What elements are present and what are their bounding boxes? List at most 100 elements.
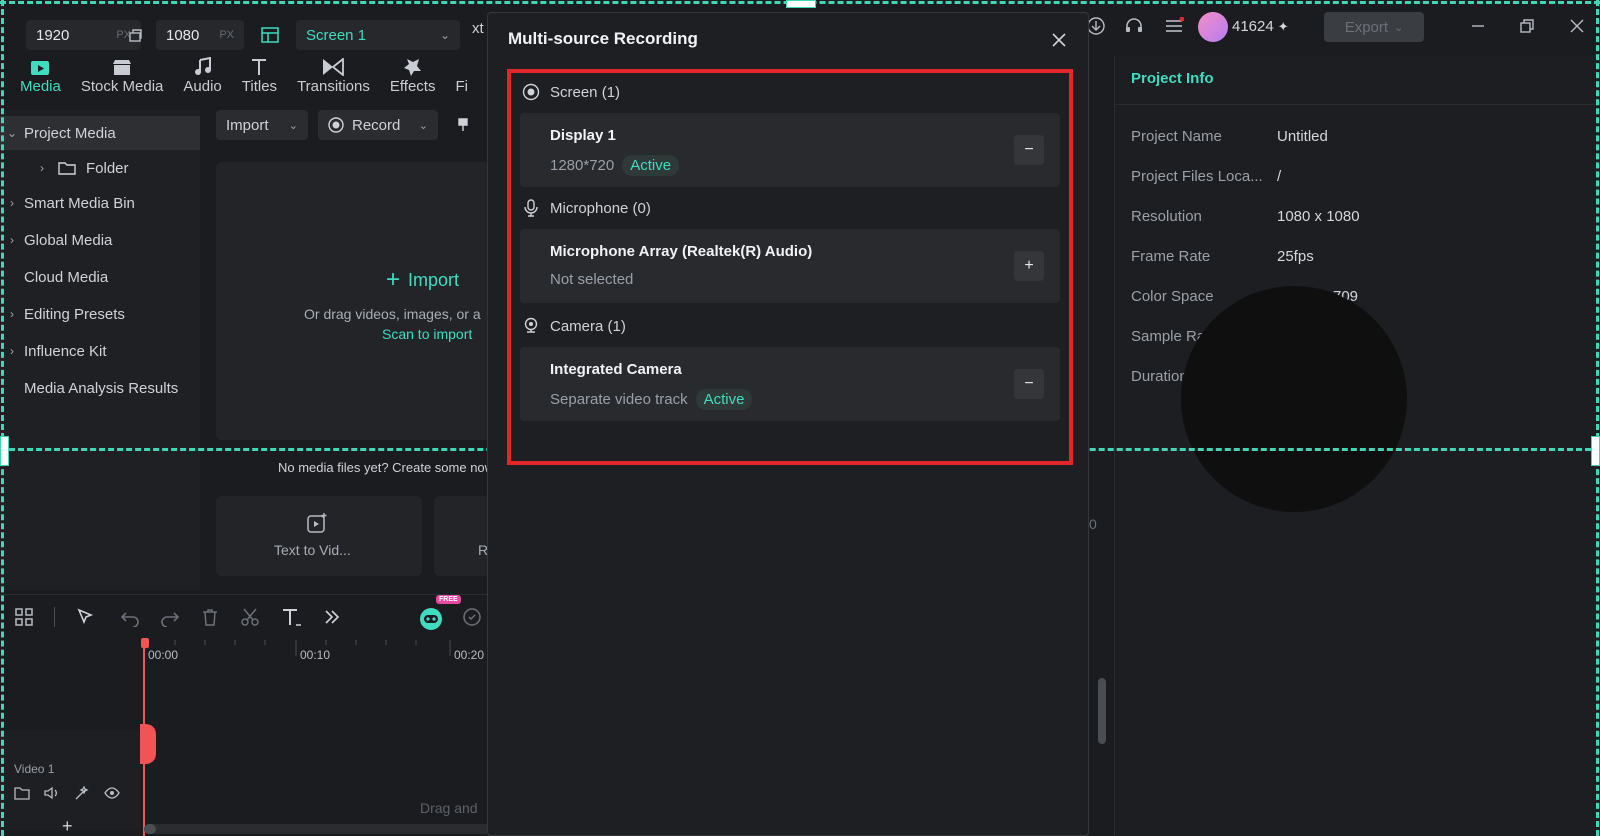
close-icon[interactable] bbox=[1048, 29, 1070, 51]
microphone-name: Microphone Array (Realtek(R) Audio) bbox=[550, 243, 813, 260]
volume-icon[interactable] bbox=[44, 786, 60, 800]
text-to-video-card[interactable]: Text to Vid... bbox=[216, 496, 422, 576]
layout-icon[interactable] bbox=[261, 27, 279, 43]
microphone-icon bbox=[522, 199, 540, 217]
tab-media[interactable]: Media bbox=[10, 56, 71, 100]
ai-robot-icon[interactable] bbox=[418, 605, 444, 631]
lock-ratio-icon[interactable] bbox=[128, 27, 144, 43]
camera-preview-overlay[interactable] bbox=[1181, 286, 1407, 512]
tab-label: Titles bbox=[241, 78, 278, 95]
scan-to-import-link[interactable]: Scan to import bbox=[382, 326, 472, 342]
export-button[interactable]: Export ⌄ bbox=[1324, 12, 1424, 42]
card-label: Text to Vid... bbox=[274, 542, 351, 558]
playhead-marker[interactable] bbox=[140, 724, 156, 764]
import-label: Import bbox=[226, 116, 269, 134]
partial-label: xt bbox=[472, 20, 484, 37]
ai-video-icon bbox=[306, 512, 328, 534]
more-tools-icon[interactable] bbox=[322, 607, 342, 627]
sidebar-item-influence-kit[interactable]: › Influence Kit bbox=[0, 334, 200, 368]
folder-lock-icon[interactable] bbox=[14, 786, 30, 800]
menu-icon[interactable] bbox=[1164, 17, 1184, 35]
sidebar-item-label: Smart Media Bin bbox=[24, 194, 135, 212]
camera-card[interactable]: Integrated Camera Separate video track A… bbox=[520, 347, 1060, 421]
scissors-icon[interactable] bbox=[240, 607, 260, 627]
tab-filters[interactable]: Fi bbox=[445, 56, 478, 100]
headset-icon[interactable] bbox=[1124, 16, 1144, 36]
tick-label: 00:10 bbox=[300, 648, 331, 662]
vertical-scrollbar[interactable] bbox=[1098, 678, 1106, 744]
close-icon[interactable] bbox=[1567, 16, 1587, 36]
download-icon[interactable] bbox=[1086, 16, 1106, 36]
height-input[interactable]: 1080 PX bbox=[156, 20, 244, 50]
microphone-section-header: Microphone (0) bbox=[522, 199, 651, 217]
project-info-title: Project Info bbox=[1131, 70, 1214, 87]
select-tool-icon[interactable] bbox=[76, 607, 96, 627]
undo-icon[interactable] bbox=[120, 607, 140, 627]
chevron-down-icon: ⌄ bbox=[418, 119, 428, 132]
camera-track-mode: Separate video track bbox=[550, 391, 688, 408]
display-name: Display 1 bbox=[550, 127, 616, 144]
delete-icon[interactable] bbox=[200, 607, 220, 627]
remove-camera-button[interactable]: − bbox=[1014, 369, 1044, 399]
section-title: Microphone (0) bbox=[550, 199, 651, 217]
pin-icon[interactable] bbox=[456, 118, 470, 132]
width-value: 1920 bbox=[36, 26, 70, 44]
resize-handle-right[interactable] bbox=[1591, 436, 1600, 466]
horizontal-scrollbar[interactable] bbox=[144, 824, 490, 834]
sidebar-item-project-media[interactable]: ⌄ Project Media bbox=[0, 116, 200, 150]
sidebar-item-global-media[interactable]: › Global Media bbox=[0, 223, 200, 257]
record-region-border bbox=[1, 0, 4, 836]
tab-stock-media[interactable]: Stock Media bbox=[71, 56, 174, 100]
width-input[interactable]: 1920 PX bbox=[26, 20, 141, 50]
microphone-card[interactable]: Microphone Array (Realtek(R) Audio) Not … bbox=[520, 229, 1060, 303]
add-microphone-button[interactable]: + bbox=[1014, 251, 1044, 281]
second-card[interactable]: R bbox=[434, 496, 490, 576]
info-value: 25fps bbox=[1277, 248, 1314, 265]
record-button[interactable]: Record ⌄ bbox=[318, 110, 438, 140]
divider bbox=[54, 607, 55, 627]
no-media-hint: No media files yet? Create some now bbox=[278, 460, 495, 475]
record-region-border bbox=[1596, 0, 1599, 836]
redo-icon[interactable] bbox=[160, 607, 180, 627]
info-key: Resolution bbox=[1131, 208, 1202, 225]
folder-icon bbox=[58, 161, 76, 175]
remove-display-button[interactable]: − bbox=[1014, 135, 1044, 165]
unit-label: PX bbox=[219, 29, 234, 41]
music-note-icon bbox=[194, 56, 212, 78]
restore-icon[interactable] bbox=[1517, 16, 1537, 36]
drop-import-link[interactable]: + Import bbox=[386, 266, 459, 294]
tick-label: 00:00 bbox=[148, 648, 179, 662]
tab-transitions[interactable]: Transitions bbox=[287, 56, 380, 100]
eye-icon[interactable] bbox=[104, 786, 120, 800]
import-button[interactable]: Import ⌄ bbox=[216, 110, 308, 140]
display-card[interactable]: Display 1 1280*720 Active − bbox=[520, 113, 1060, 187]
magic-icon[interactable] bbox=[74, 786, 90, 800]
tab-effects[interactable]: Effects bbox=[380, 56, 446, 100]
auto-sync-icon[interactable] bbox=[462, 607, 482, 627]
minimize-icon[interactable] bbox=[1468, 16, 1488, 36]
info-value: Untitled bbox=[1277, 128, 1328, 145]
screen-select[interactable]: Screen 1 ⌄ bbox=[296, 20, 460, 50]
sidebar-item-cloud-media[interactable]: Cloud Media bbox=[0, 260, 200, 294]
sidebar-item-smart-media-bin[interactable]: › Smart Media Bin bbox=[0, 186, 200, 220]
sidebar-item-label: Editing Presets bbox=[24, 305, 125, 323]
sidebar-item-label: Influence Kit bbox=[24, 342, 107, 360]
export-label: Export bbox=[1344, 18, 1389, 36]
tab-titles[interactable]: Titles bbox=[232, 56, 287, 100]
avatar[interactable] bbox=[1198, 12, 1228, 42]
transitions-icon bbox=[322, 56, 345, 78]
drop-zone[interactable]: + Import Or drag videos, images, or a Sc… bbox=[216, 162, 490, 440]
resize-handle-left[interactable] bbox=[0, 436, 9, 466]
layout-grid-icon[interactable] bbox=[14, 607, 34, 627]
sidebar-item-folder[interactable]: › Folder bbox=[0, 151, 200, 185]
tab-audio[interactable]: Audio bbox=[173, 56, 231, 100]
sidebar-item-editing-presets[interactable]: › Editing Presets bbox=[0, 297, 200, 331]
screen-record-icon bbox=[522, 83, 540, 101]
resize-handle-top[interactable] bbox=[786, 0, 816, 8]
sidebar-item-media-analysis[interactable]: Media Analysis Results bbox=[0, 371, 200, 405]
add-track-icon[interactable]: + bbox=[62, 816, 73, 836]
microphone-status: Not selected bbox=[550, 271, 634, 288]
text-tool-icon[interactable] bbox=[280, 606, 302, 628]
tab-label: Transitions bbox=[297, 78, 370, 95]
credits[interactable]: 41624 ✦ bbox=[1232, 18, 1289, 35]
